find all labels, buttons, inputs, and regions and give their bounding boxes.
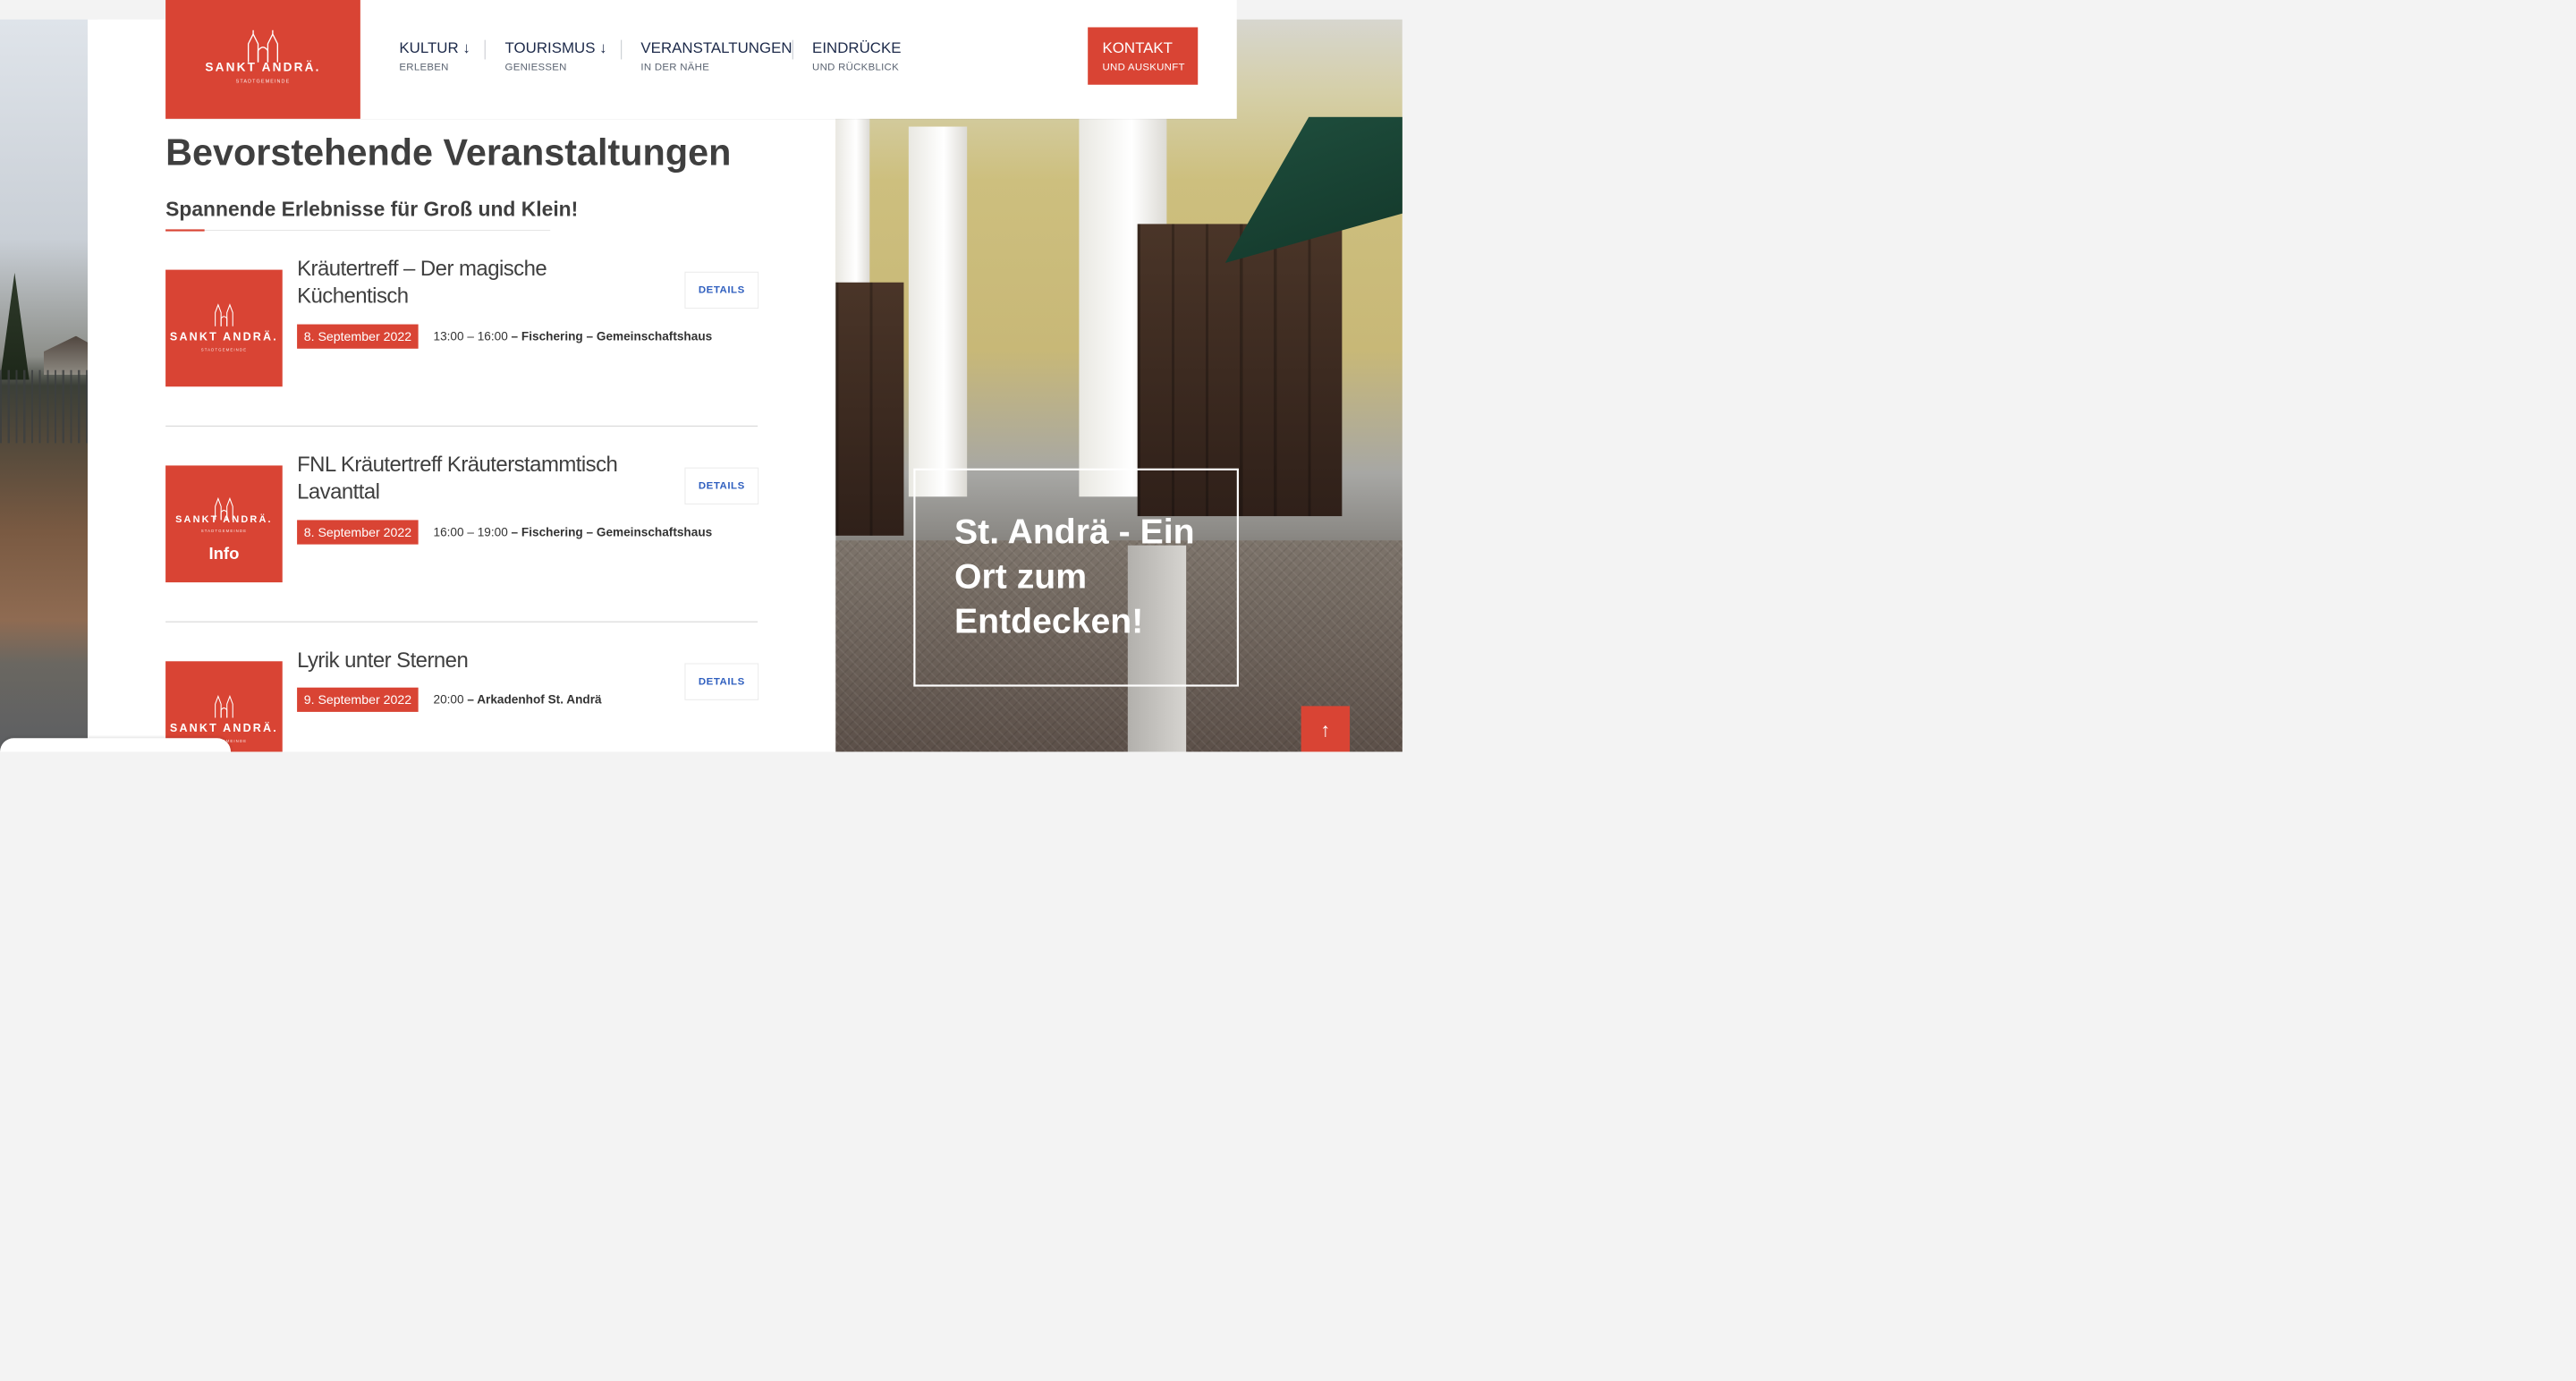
- event-location: – Arkadenhof St. Andrä: [467, 692, 602, 707]
- nav-item-kultur[interactable]: KULTUR ↓ ERLEBEN: [399, 39, 470, 73]
- event-item: SANKT ANDRÄ. STADTGEMEINDE Kräutertreff …: [165, 257, 759, 465]
- nav-label: VERANSTALTUNGEN: [640, 38, 792, 56]
- nav-sublabel: GENIESSEN: [504, 61, 567, 73]
- thumbnail-wordmark: SANKT ANDRÄ.: [169, 721, 278, 734]
- logo-wordmark: SANKT ANDRÄ.: [205, 60, 321, 74]
- nav-item-eindruecke[interactable]: EINDRÜCKE UND RÜCKBLICK: [812, 39, 901, 73]
- details-button[interactable]: DETAILS: [684, 271, 759, 309]
- nav-divider: [484, 39, 486, 60]
- details-button[interactable]: DETAILS: [684, 467, 759, 504]
- fence-shape: [0, 369, 88, 444]
- nav-label: TOURISMUS ↓: [504, 38, 607, 56]
- church-logo-icon: [215, 694, 233, 718]
- event-time: 16:00 – 19:00: [433, 525, 508, 539]
- logo-subtitle: STADTGEMEINDE: [235, 79, 291, 85]
- thumbnail-subtitle: STADTGEMEINDE: [200, 529, 248, 534]
- subtitle-underline: [165, 229, 551, 232]
- event-time: 20:00: [433, 692, 464, 707]
- church-door-left: [835, 282, 904, 536]
- nav-divider: [792, 39, 793, 60]
- event-item: SANKT ANDRÄ. STADTGEMEINDE Info FNL Kräu…: [165, 453, 759, 660]
- subtitle-accent: [165, 229, 205, 232]
- page-title: Bevorstehende Veranstaltungen: [165, 131, 732, 174]
- thumbnail-wordmark: SANKT ANDRÄ.: [175, 513, 273, 525]
- event-divider: [165, 621, 758, 623]
- event-time-location: 20:00 – Arkadenhof St. Andrä: [434, 688, 602, 712]
- contact-label: KONTAKT: [1102, 38, 1173, 56]
- church-logo-icon: [247, 30, 278, 63]
- hero-headline: St. Andrä - Ein Ort zum Entdecken!: [954, 512, 1195, 641]
- event-item: SANKT ANDRÄ. STADTGEMEINDE Lyrik unter S…: [165, 648, 759, 752]
- facade-pilaster: [908, 126, 968, 497]
- event-title[interactable]: FNL Kräutertreff Kräuterstammtisch Lavan…: [297, 451, 648, 505]
- event-time-location: 13:00 – 16:00 – Fischering – Gemeinschaf…: [434, 325, 713, 349]
- contact-sublabel: UND AUSKUNFT: [1102, 61, 1185, 73]
- thumbnail-wordmark: SANKT ANDRÄ.: [169, 330, 278, 343]
- nav-divider: [621, 39, 623, 60]
- event-thumbnail[interactable]: SANKT ANDRÄ. STADTGEMEINDE: [165, 269, 283, 387]
- nav-sublabel: UND RÜCKBLICK: [812, 61, 899, 73]
- event-title[interactable]: Lyrik unter Sternen: [297, 647, 648, 674]
- arrow-up-icon[interactable]: ↑: [1301, 706, 1351, 752]
- event-title[interactable]: Kräutertreff – Der magische Küchentisch: [297, 255, 648, 309]
- tree-shape: [0, 272, 30, 380]
- event-time: 13:00 – 16:00: [433, 329, 508, 343]
- event-location: – Fischering – Gemeinschaftshaus: [511, 525, 713, 539]
- thumbnail-subtitle: STADTGEMEINDE: [200, 347, 248, 352]
- nav-item-tourismus[interactable]: TOURISMUS ↓ GENIESSEN: [505, 39, 607, 73]
- event-time-location: 16:00 – 19:00 – Fischering – Gemeinschaf…: [434, 520, 713, 544]
- event-date-badge: 9. September 2022: [297, 687, 419, 712]
- thumbnail-info-label: Info: [208, 544, 240, 563]
- hero-card: St. Andrä - Ein Ort zum Entdecken!: [913, 468, 1239, 687]
- nav-sublabel: IN DER NÄHE: [640, 61, 710, 73]
- background-photo-left: [0, 19, 97, 752]
- contact-button[interactable]: KONTAKT UND AUSKUNFT: [1088, 27, 1199, 85]
- event-location: – Fischering – Gemeinschaftshaus: [511, 329, 713, 343]
- nav-sublabel: ERLEBEN: [399, 61, 449, 73]
- event-divider: [165, 425, 758, 427]
- page-subtitle: Spannende Erlebnisse für Groß und Klein!: [165, 198, 579, 221]
- nav-label: KULTUR ↓: [399, 38, 470, 56]
- nav-label: EINDRÜCKE: [812, 38, 902, 56]
- church-logo-icon: [215, 303, 233, 326]
- details-button[interactable]: DETAILS: [684, 663, 759, 700]
- cookie-banner-tab[interactable]: [0, 738, 232, 752]
- event-thumbnail[interactable]: SANKT ANDRÄ. STADTGEMEINDE Info: [165, 465, 283, 583]
- nav-item-veranstaltungen[interactable]: VERANSTALTUNGEN IN DER NÄHE: [640, 39, 792, 73]
- event-date-badge: 8. September 2022: [297, 520, 419, 545]
- event-date-badge: 8. September 2022: [297, 324, 419, 349]
